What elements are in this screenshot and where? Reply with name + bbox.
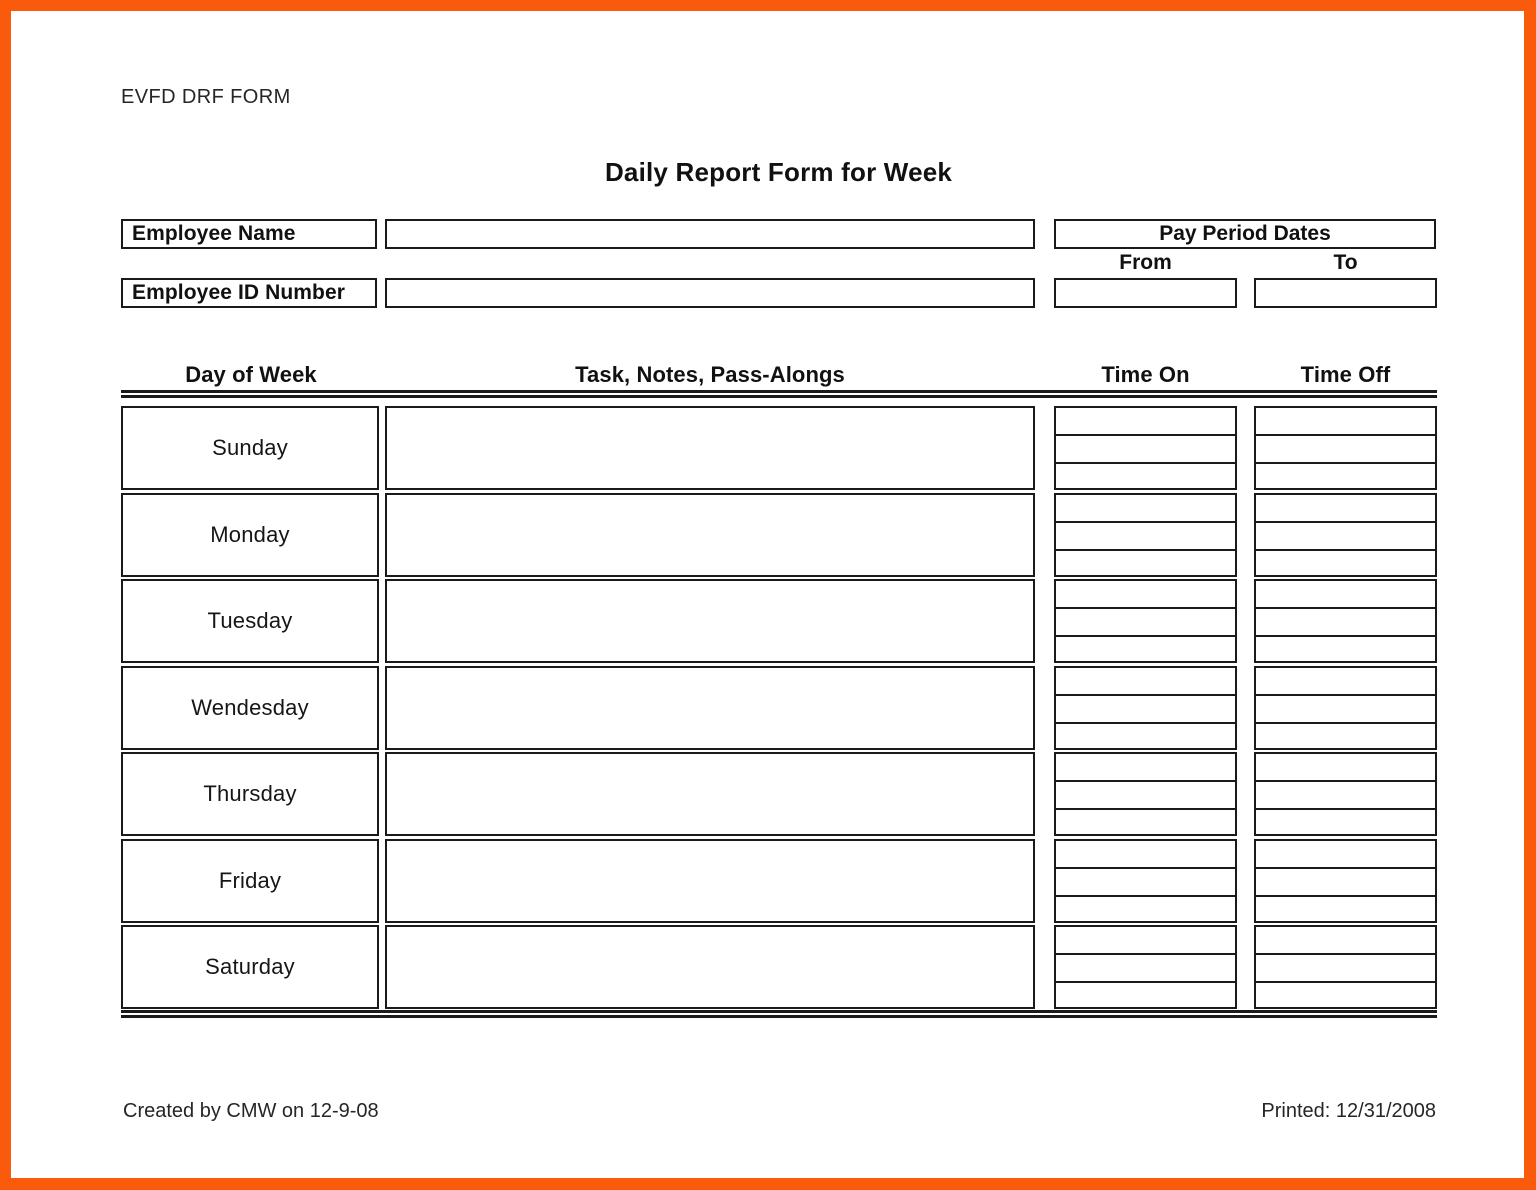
time-sub-row-divider (1056, 981, 1235, 984)
time-on-input[interactable] (1054, 579, 1237, 664)
table-row: Thursday (121, 752, 1437, 839)
task-notes-input[interactable] (385, 492, 1035, 577)
table-body: Sunday Monday Tuesday Wendesday Thursday Frid… (121, 406, 1437, 1012)
time-sub-row-divider (1256, 693, 1435, 696)
time-sub-row-divider (1056, 635, 1235, 638)
time-sub-row-divider (1056, 780, 1235, 783)
time-off-input[interactable] (1254, 838, 1437, 923)
time-sub-row-divider (1056, 434, 1235, 436)
time-sub-row-divider (1056, 607, 1235, 610)
time-off-input[interactable] (1254, 579, 1437, 664)
time-sub-row-divider (1056, 808, 1235, 811)
time-sub-row-divider (1056, 462, 1235, 464)
column-header-day-of-week: Day of Week (185, 362, 317, 387)
day-of-week-label: Saturday (205, 954, 295, 980)
time-sub-row-divider (1256, 462, 1435, 464)
time-off-input[interactable] (1254, 752, 1437, 837)
day-of-week-cell: Friday (121, 838, 379, 923)
column-header-task-notes: Task, Notes, Pass-Alongs (575, 362, 845, 387)
task-notes-input[interactable] (385, 752, 1035, 837)
table-row: Monday (121, 492, 1437, 580)
task-notes-input[interactable] (385, 925, 1035, 1010)
time-sub-row-divider (1056, 866, 1235, 869)
pay-period-to-input[interactable] (1254, 278, 1437, 308)
table-row: Sunday (121, 406, 1437, 493)
task-notes-input[interactable] (385, 665, 1035, 750)
time-sub-row-divider (1256, 635, 1435, 638)
time-sub-row-divider (1056, 953, 1235, 956)
employee-name-label: Employee Name (121, 219, 377, 249)
day-of-week-cell: Monday (121, 492, 379, 577)
pay-period-title: Pay Period Dates (1054, 219, 1436, 249)
employee-id-label: Employee ID Number (121, 278, 377, 308)
time-off-input[interactable] (1254, 492, 1437, 577)
time-on-input[interactable] (1054, 665, 1237, 750)
time-on-input[interactable] (1054, 492, 1237, 577)
time-sub-row-divider (1056, 693, 1235, 696)
time-sub-row-divider (1256, 607, 1435, 610)
scanned-page: EVFD DRF FORM Daily Report Form for Week… (0, 0, 1536, 1190)
employee-id-input[interactable] (385, 278, 1035, 308)
table-footer-rule (121, 1010, 1437, 1018)
table-row: Friday (121, 838, 1437, 926)
day-of-week-label: Sunday (212, 435, 288, 460)
table-row: Tuesday (121, 579, 1437, 666)
footer-printed-date: Printed: 12/31/2008 (1261, 1100, 1436, 1122)
day-of-week-cell: Saturday (121, 925, 379, 1010)
time-sub-row-divider (1056, 520, 1235, 523)
time-sub-row-divider (1256, 434, 1435, 436)
pay-period-to-label: To (1333, 251, 1358, 274)
column-header-time-off: Time Off (1300, 362, 1391, 387)
time-sub-row-divider (1256, 721, 1435, 724)
day-of-week-label: Friday (218, 867, 282, 893)
table-row: Saturday (121, 925, 1437, 1012)
time-off-input[interactable] (1254, 665, 1437, 750)
day-of-week-label: Tuesday (207, 608, 293, 634)
day-of-week-label: Wendesday (191, 694, 309, 720)
time-on-input[interactable] (1054, 925, 1237, 1010)
time-sub-row-divider (1256, 866, 1435, 869)
time-sub-row-divider (1056, 721, 1235, 724)
time-sub-row-divider (1256, 953, 1435, 956)
employee-name-input[interactable] (385, 219, 1035, 249)
pay-period-from-input[interactable] (1054, 278, 1237, 308)
table-header-rule (121, 390, 1437, 398)
task-notes-input[interactable] (385, 406, 1035, 490)
table-row: Wendesday (121, 665, 1437, 753)
time-sub-row-divider (1256, 780, 1435, 783)
time-sub-row-divider (1256, 548, 1435, 551)
time-sub-row-divider (1256, 894, 1435, 897)
task-notes-input[interactable] (385, 579, 1035, 664)
day-of-week-cell: Tuesday (121, 579, 379, 664)
page-title: Daily Report Form for Week (604, 157, 953, 187)
form-code-label: EVFD DRF FORM (121, 86, 291, 108)
pay-period-from-label: From (1119, 251, 1172, 274)
form-sheet: EVFD DRF FORM Daily Report Form for Week… (11, 11, 1524, 1178)
time-off-input[interactable] (1254, 925, 1437, 1010)
day-of-week-label: Monday (210, 521, 290, 547)
day-of-week-label: Thursday (203, 781, 297, 807)
time-sub-row-divider (1256, 981, 1435, 984)
time-sub-row-divider (1056, 548, 1235, 551)
task-notes-input[interactable] (385, 838, 1035, 923)
time-sub-row-divider (1256, 520, 1435, 523)
day-of-week-cell: Wendesday (121, 665, 379, 750)
day-of-week-cell: Thursday (121, 752, 379, 837)
time-sub-row-divider (1256, 808, 1435, 811)
time-off-input[interactable] (1254, 406, 1437, 490)
time-on-input[interactable] (1054, 752, 1237, 837)
day-of-week-cell: Sunday (121, 406, 379, 490)
time-on-input[interactable] (1054, 838, 1237, 923)
column-header-time-on: Time On (1101, 362, 1190, 387)
time-sub-row-divider (1056, 894, 1235, 897)
time-on-input[interactable] (1054, 406, 1237, 490)
